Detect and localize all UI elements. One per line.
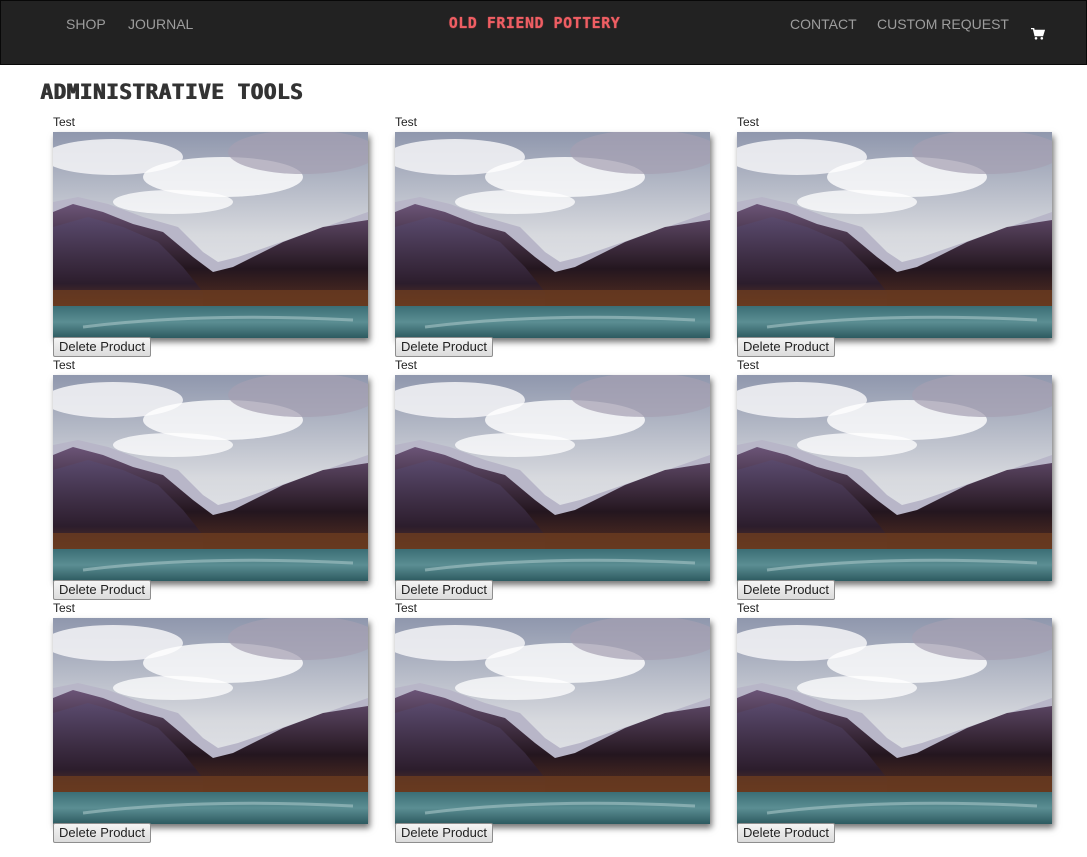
top-navbar: SHOP JOURNAL OLD FRIEND POTTERY CONTACT …: [0, 0, 1087, 65]
product-image: [395, 618, 710, 824]
product-card: Test Delete Product: [53, 357, 369, 600]
product-card: Test Delete Product: [395, 357, 711, 600]
delete-product-button[interactable]: Delete Product: [53, 580, 151, 600]
page-title: ADMINISTRATIVE TOOLS: [40, 80, 303, 104]
product-title: Test: [53, 601, 76, 615]
nav-link-custom-request[interactable]: CUSTOM REQUEST: [877, 16, 1009, 32]
delete-product-button[interactable]: Delete Product: [53, 337, 151, 357]
delete-product-button[interactable]: Delete Product: [53, 823, 151, 843]
product-card: Test Delete Product: [53, 114, 369, 357]
product-title: Test: [395, 601, 418, 615]
product-card: Test Delete Product: [395, 600, 711, 843]
product-title: Test: [53, 358, 76, 372]
delete-product-button[interactable]: Delete Product: [737, 823, 835, 843]
product-image: [53, 375, 368, 581]
product-title: Test: [737, 115, 760, 129]
product-image: [53, 132, 368, 338]
delete-product-button[interactable]: Delete Product: [395, 580, 493, 600]
delete-product-button[interactable]: Delete Product: [737, 580, 835, 600]
product-image: [395, 132, 710, 338]
product-card: Test Delete Product: [53, 600, 369, 843]
product-card: Test Delete Product: [737, 600, 1053, 843]
product-grid: Test Delete Product Test Delete Product Test…: [53, 114, 1053, 854]
delete-product-button[interactable]: Delete Product: [737, 337, 835, 357]
product-card: Test Delete Product: [395, 114, 711, 357]
product-title: Test: [53, 115, 76, 129]
product-image: [395, 375, 710, 581]
product-title: Test: [395, 115, 418, 129]
product-card: Test Delete Product: [737, 114, 1053, 357]
product-image: [53, 618, 368, 824]
product-title: Test: [395, 358, 418, 372]
delete-product-button[interactable]: Delete Product: [395, 337, 493, 357]
delete-product-button[interactable]: Delete Product: [395, 823, 493, 843]
product-image: [737, 132, 1052, 338]
product-image: [737, 618, 1052, 824]
product-image: [737, 375, 1052, 581]
nav-link-contact[interactable]: CONTACT: [790, 16, 857, 32]
product-title: Test: [737, 601, 760, 615]
product-title: Test: [737, 358, 760, 372]
shopping-cart-icon[interactable]: [1031, 28, 1045, 40]
product-card: Test Delete Product: [737, 357, 1053, 600]
